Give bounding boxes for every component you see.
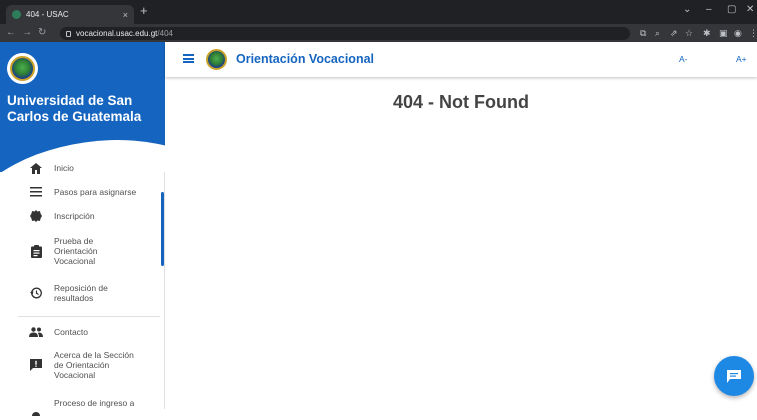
people-icon [29, 325, 43, 339]
sidepanel-icon[interactable]: ▣ [719, 27, 728, 39]
extensions-icon[interactable]: ✱ [703, 27, 711, 39]
sidebar-item-inicio[interactable]: Inicio [0, 160, 160, 176]
sidebar: Universidad de San Carlos de Guatemala I… [0, 42, 165, 416]
address-bar[interactable]: vocacional.usac.edu.gt /404 [60, 27, 630, 40]
sidebar-item-inscripcion[interactable]: Inscripción [0, 208, 160, 224]
browser-toolbar: ← → ↻ vocacional.usac.edu.gt /404 ⧉ ⌕ ⇗ … [0, 24, 757, 42]
sidebar-item-label: Pasos para asignarse [54, 187, 137, 197]
sidebar-item-label: Inscripción [54, 211, 95, 221]
sidebar-divider [18, 316, 160, 317]
sidebar-item-proceso[interactable]: Proceso de ingreso a [0, 398, 160, 416]
profile-icon[interactable]: ◉ [734, 27, 742, 39]
menu-icon[interactable] [183, 54, 194, 63]
sidebar-scrollbar[interactable] [161, 192, 164, 266]
university-name: Universidad de San Carlos de Guatemala [7, 93, 142, 124]
sidebar-item-pasos[interactable]: Pasos para asignarse [0, 184, 160, 200]
font-decrease-button[interactable]: A- [679, 54, 688, 64]
sidebar-item-label: Contacto [54, 327, 89, 337]
share-icon[interactable]: ⧉ [640, 27, 646, 39]
app-title[interactable]: Orientación Vocacional [236, 52, 374, 66]
tab-title: 404 - USAC [26, 10, 69, 19]
clipboard-icon [29, 244, 43, 258]
university-seal-logo [7, 53, 38, 84]
process-icon [29, 406, 43, 420]
sidebar-item-acerca[interactable]: Acerca de la Sección de Orientación Voca… [0, 348, 160, 382]
badge-icon [29, 209, 43, 223]
chat-icon [727, 369, 741, 383]
sidebar-item-reposicion[interactable]: Reposición de resultados [0, 281, 160, 305]
menu-dots-icon[interactable]: ⋮ [749, 27, 757, 39]
home-icon [29, 161, 43, 175]
reload-icon[interactable]: ↻ [38, 27, 46, 39]
history-icon [29, 286, 43, 300]
favicon-icon [12, 10, 21, 19]
send-icon[interactable]: ⇗ [670, 27, 678, 39]
sidebar-item-label: Reposición de resultados [54, 283, 108, 303]
browser-tab-bar: 404 - USAC × + ⌄ – ▢ ✕ [0, 0, 757, 24]
sidebar-item-label: Acerca de la Sección de Orientación Voca… [54, 350, 134, 380]
sidebar-item-prueba[interactable]: Prueba de Orientación Vocacional [0, 234, 160, 268]
chevron-down-icon[interactable]: ⌄ [683, 4, 691, 15]
font-increase-button[interactable]: A+ [736, 54, 747, 64]
forward-icon[interactable]: → [22, 27, 32, 39]
tab-close-icon[interactable]: × [123, 10, 128, 20]
maximize-button[interactable]: ▢ [727, 4, 736, 15]
chat-fab-button[interactable] [714, 356, 754, 396]
page-title: 404 - Not Found [393, 92, 529, 112]
sidebar-item-label: Prueba de Orientación Vocacional [54, 236, 98, 266]
sidebar-item-contacto[interactable]: Contacto [0, 324, 160, 340]
sidebar-item-label: Proceso de ingreso a [54, 398, 135, 408]
sidebar-item-label: Inicio [54, 163, 74, 173]
new-tab-button[interactable]: + [140, 4, 148, 18]
zoom-icon[interactable]: ⌕ [655, 27, 660, 39]
bookmark-star-icon[interactable]: ☆ [685, 27, 693, 39]
minimize-button[interactable]: – [706, 4, 712, 15]
app-bar: Orientación Vocacional A- A+ [165, 42, 757, 77]
info-chat-icon [29, 358, 43, 372]
close-window-button[interactable]: ✕ [746, 4, 754, 15]
browser-tab[interactable]: 404 - USAC × [6, 5, 134, 24]
url-host: vocacional.usac.edu.gt [76, 29, 158, 38]
list-icon [29, 185, 43, 199]
back-icon[interactable]: ← [6, 27, 16, 39]
lock-icon [66, 30, 71, 37]
url-path: /404 [157, 29, 173, 38]
university-seal-small-logo [204, 47, 228, 71]
sidebar-header: Universidad de San Carlos de Guatemala [0, 42, 165, 172]
